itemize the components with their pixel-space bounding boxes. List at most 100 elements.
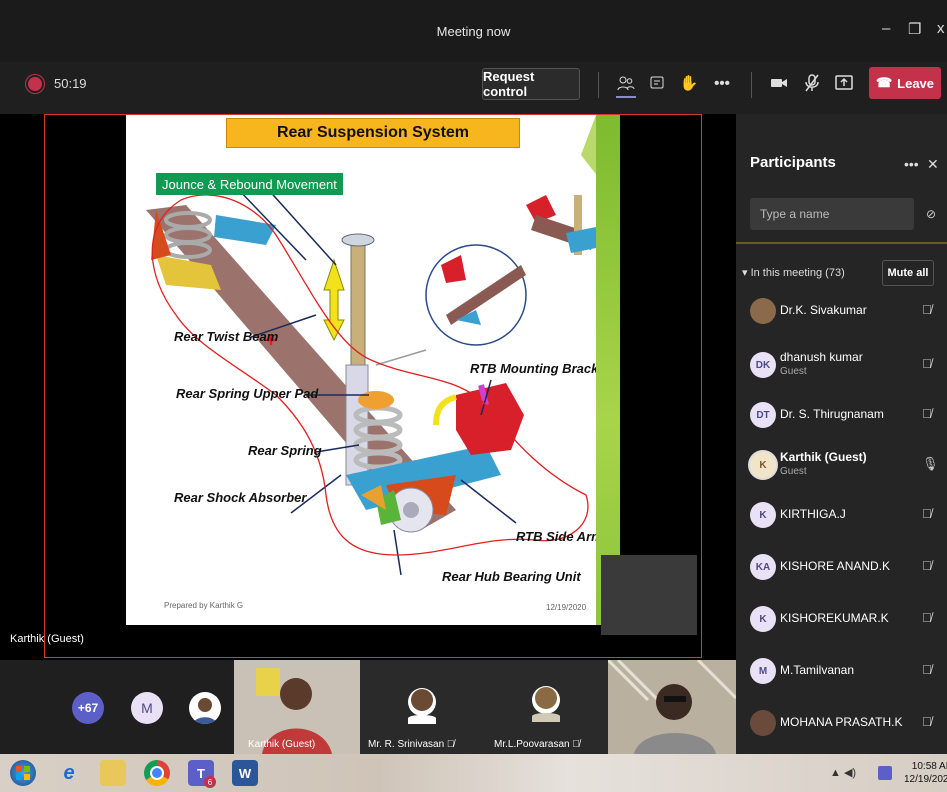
participant-row[interactable]: Dr.K. Sivakumar 🎙̸ bbox=[736, 290, 947, 334]
clock-time: 10:58 AM bbox=[911, 761, 947, 772]
window-title: Meeting now bbox=[436, 24, 511, 39]
mic-muted-icon: 🎙̸ bbox=[922, 302, 932, 317]
more-participants-badge[interactable]: +67 bbox=[72, 692, 104, 724]
meeting-toolbar: 50:19 Request control ✋ ••• ☎ Leave bbox=[0, 62, 947, 114]
avatar: DT bbox=[750, 402, 776, 428]
title-bar: Meeting now – ❐ x bbox=[0, 0, 947, 62]
participant-avatar-m[interactable]: M bbox=[131, 692, 163, 724]
participants-active-indicator bbox=[616, 96, 636, 98]
mic-muted-icon: 🎙̸ bbox=[922, 662, 932, 677]
participant-photo-avatar[interactable] bbox=[189, 692, 221, 724]
participant-name: Dr.K. Sivakumar bbox=[780, 303, 867, 317]
camera-icon[interactable] bbox=[767, 72, 791, 94]
toolbar-divider bbox=[598, 72, 599, 98]
participant-row[interactable]: K Karthik (Guest) Guest 🎙 bbox=[736, 444, 947, 488]
presenter-name-label: Karthik (Guest) bbox=[10, 633, 84, 645]
video-tile-poovarasan[interactable]: Mr.L.Poovarasan 🎙̸ bbox=[484, 660, 608, 754]
tile-name-text: Mr.L.Poovarasan bbox=[494, 739, 570, 750]
close-icon[interactable]: x bbox=[937, 20, 945, 37]
mic-muted-icon: 🎙̸ bbox=[922, 610, 932, 625]
participant-name: dhanush kumar bbox=[780, 350, 863, 364]
mic-muted-icon: 🎙̸ bbox=[922, 356, 932, 371]
participant-role: Guest bbox=[780, 466, 807, 477]
video-tile-camera[interactable] bbox=[608, 660, 736, 754]
video-tile-karthik[interactable]: Karthik (Guest) bbox=[234, 660, 360, 754]
mute-all-button[interactable]: Mute all bbox=[882, 260, 934, 286]
word-icon[interactable]: W bbox=[232, 760, 258, 786]
participant-search-input[interactable]: Type a name bbox=[750, 198, 914, 230]
panel-divider bbox=[736, 242, 947, 244]
share-screen-icon[interactable] bbox=[832, 72, 856, 94]
mic-on-icon: 🎙 bbox=[922, 456, 939, 471]
more-actions-icon[interactable]: ••• bbox=[710, 72, 734, 94]
mic-muted-icon: 🎙̸ bbox=[572, 739, 580, 750]
tray-teams-icon[interactable] bbox=[878, 766, 892, 780]
request-control-button[interactable]: Request control bbox=[482, 68, 580, 100]
restore-icon[interactable]: ❐ bbox=[908, 20, 921, 38]
panel-title: Participants bbox=[750, 154, 836, 171]
mic-muted-icon: 🎙̸ bbox=[922, 406, 932, 421]
tray-icons[interactable]: ▲ ◀) bbox=[830, 766, 856, 779]
chrome-icon[interactable] bbox=[144, 760, 170, 786]
recording-icon bbox=[28, 77, 42, 91]
start-button-icon[interactable] bbox=[10, 760, 36, 786]
participant-name: KIRTHIGA.J bbox=[780, 507, 846, 521]
share-border bbox=[44, 114, 702, 658]
mic-muted-icon: 🎙̸ bbox=[922, 558, 932, 573]
raise-hand-icon[interactable]: ✋ bbox=[677, 72, 701, 94]
participant-name: KISHORE ANAND.K bbox=[780, 559, 891, 573]
leave-label: Leave bbox=[897, 75, 935, 91]
participant-name: KISHOREKUMAR.K bbox=[780, 611, 889, 625]
participant-row[interactable]: M M.Tamilvanan 🎙̸ bbox=[736, 650, 947, 694]
participant-name: Karthik (Guest) bbox=[780, 450, 867, 464]
system-clock[interactable]: 10:58 AM 12/19/2020 bbox=[904, 760, 947, 786]
avatar: K bbox=[750, 502, 776, 528]
clock-date: 12/19/2020 bbox=[904, 774, 947, 785]
tile-name-text: Mr. R. Srinivasan bbox=[368, 739, 445, 750]
file-explorer-icon[interactable] bbox=[100, 760, 126, 786]
participant-role: Guest bbox=[780, 366, 807, 377]
video-tile-srinivasan[interactable]: Mr. R. Srinivasan 🎙̸ bbox=[360, 660, 484, 754]
share-link-icon[interactable]: ⊘ bbox=[926, 207, 936, 221]
participant-row[interactable]: DT Dr. S. Thirugnanam 🎙̸ bbox=[736, 394, 947, 438]
participant-name: M.Tamilvanan bbox=[780, 663, 855, 677]
chrome-center bbox=[150, 766, 164, 780]
participant-row[interactable]: KA KISHORE ANAND.K 🎙̸ bbox=[736, 546, 947, 590]
participant-name: Dr. S. Thirugnanam bbox=[780, 407, 884, 421]
avatar: K bbox=[750, 606, 776, 632]
participants-panel: Participants ••• ✕ Type a name ⊘ ▾ In th… bbox=[736, 114, 947, 754]
tile-name: Mr. R. Srinivasan 🎙̸ bbox=[368, 739, 454, 750]
participant-row[interactable]: DK dhanush kumar Guest 🎙̸ bbox=[736, 344, 947, 388]
in-meeting-count: In this meeting (73) bbox=[750, 267, 845, 279]
participant-row[interactable]: MOHANA PRASATH.K 🎙̸ bbox=[736, 702, 947, 746]
avatar: M bbox=[750, 658, 776, 684]
mic-muted-icon: 🎙̸ bbox=[922, 506, 932, 521]
panel-more-icon[interactable]: ••• bbox=[904, 156, 919, 172]
avatar bbox=[750, 298, 776, 324]
avatar bbox=[750, 710, 776, 736]
phone-hangup-icon: ☎ bbox=[875, 75, 893, 90]
chat-icon[interactable] bbox=[645, 72, 669, 94]
participant-row[interactable]: K KISHOREKUMAR.K 🎙̸ bbox=[736, 598, 947, 642]
minimize-icon[interactable]: – bbox=[882, 20, 890, 37]
mic-muted-icon: 🎙̸ bbox=[446, 739, 455, 750]
avatar: KA bbox=[750, 554, 776, 580]
tile-name: Mr.L.Poovarasan 🎙̸ bbox=[494, 739, 580, 750]
chevron-down-icon: ▾ bbox=[742, 267, 751, 279]
internet-explorer-icon[interactable]: e bbox=[56, 760, 82, 786]
avatar: DK bbox=[750, 352, 776, 378]
windows-taskbar: e T 6 W ▲ ◀) bbox=[0, 754, 947, 792]
mic-muted-icon: 🎙̸ bbox=[922, 714, 932, 729]
mic-muted-icon[interactable] bbox=[800, 72, 824, 94]
leave-button[interactable]: ☎ Leave bbox=[869, 67, 941, 99]
in-meeting-section[interactable]: ▾ In this meeting (73) bbox=[742, 266, 845, 279]
meeting-timer: 50:19 bbox=[54, 76, 87, 91]
tile-name: Karthik (Guest) bbox=[248, 739, 316, 750]
panel-close-icon[interactable]: ✕ bbox=[927, 156, 939, 173]
participant-row[interactable]: K KIRTHIGA.J 🎙̸ bbox=[736, 494, 947, 538]
participant-name: MOHANA PRASATH.K bbox=[780, 715, 903, 729]
toolbar-divider-2 bbox=[751, 72, 752, 98]
teams-notification-badge: 6 bbox=[204, 776, 216, 788]
avatar: K bbox=[750, 452, 776, 478]
participants-icon[interactable] bbox=[614, 72, 638, 94]
